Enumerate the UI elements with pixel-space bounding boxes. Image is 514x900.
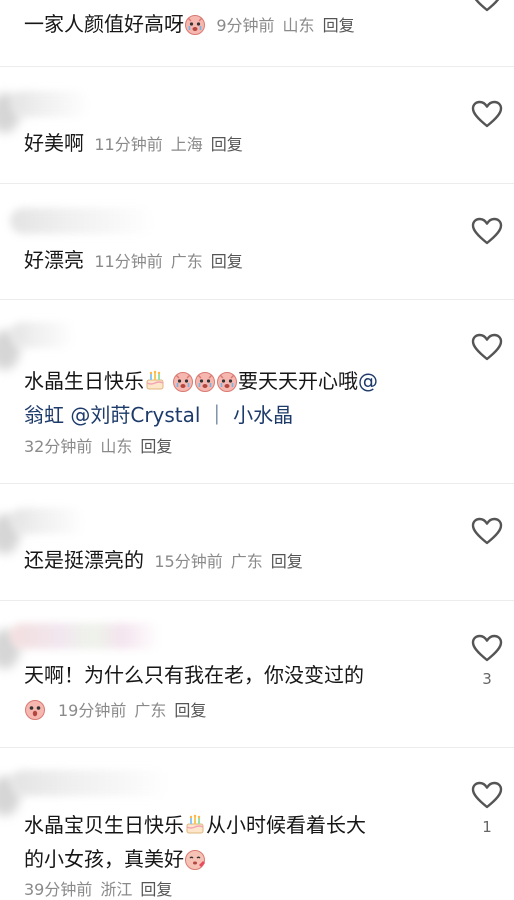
mention-link[interactable]: @ [358, 369, 378, 393]
reply-button[interactable]: 回复 [323, 16, 355, 35]
comment-text: 天啊！为什么只有我在老，你没变过的 [24, 663, 364, 687]
birthday-cake-icon [184, 812, 206, 834]
username-blurred [10, 508, 85, 534]
like-count: 3 [482, 670, 492, 688]
comment-text: 水晶宝贝生日快乐 从小时候看着长大 的小女孩，真美好 [24, 812, 366, 871]
comment-item: 还是挺漂亮的 15分钟前 广东 回复 [0, 484, 514, 601]
reply-button[interactable]: 回复 [140, 880, 172, 899]
comment-meta: 19分钟前 广东 回复 [24, 697, 206, 721]
comment-item: 水晶宝贝生日快乐 从小时候看着长大 的小女孩，真美好 39分钟前 浙江 回复 1 [0, 748, 514, 899]
blushing-face-icon [184, 846, 206, 868]
reply-button[interactable]: 回复 [140, 437, 172, 456]
like-heart-icon[interactable] [471, 100, 503, 128]
cute-cry-face-icon [184, 12, 206, 34]
cute-cry-face-icon [172, 368, 194, 390]
comment-text: 好美啊 11分钟前 上海 回复 [24, 127, 444, 161]
comment-meta: 15分钟前 广东 回复 [154, 552, 303, 571]
comment-text: 还是挺漂亮的 15分钟前 广东 回复 [24, 544, 444, 578]
comment-meta: 32分钟前 山东 回复 [24, 437, 173, 456]
username-blurred [10, 623, 160, 649]
like-heart-icon[interactable] [471, 333, 503, 361]
mention-link[interactable]: 翁虹 [24, 403, 64, 427]
cute-cry-face-icon [216, 368, 238, 390]
comment-text: 水晶生日快乐 要天天开心哦@ 翁虹 @刘莳Crystal ｜ 小水晶 [24, 368, 378, 427]
reply-button[interactable]: 回复 [271, 552, 303, 571]
comment-meta: 11分钟前 广东 回复 [94, 252, 243, 271]
like-heart-icon[interactable] [471, 517, 503, 545]
comment-meta: 39分钟前 浙江 回复 [24, 880, 173, 899]
like-count: 1 [482, 818, 492, 836]
reply-button[interactable]: 回复 [211, 135, 243, 154]
birthday-cake-icon [144, 368, 166, 390]
comment-meta: 11分钟前 上海 回复 [94, 135, 243, 154]
username-blurred [10, 208, 155, 234]
comment-item: 好漂亮 11分钟前 广东 回复 [0, 184, 514, 300]
comment-item: 水晶生日快乐 要天天开心哦@ 翁虹 @刘莳Crystal ｜ 小水晶 32分钟前山… [0, 300, 514, 484]
comment-meta: 9分钟前 山东 回复 [216, 16, 355, 35]
like-heart-icon[interactable] [471, 634, 503, 662]
like-heart-icon[interactable] [471, 781, 503, 809]
reply-button[interactable]: 回复 [211, 252, 243, 271]
comment-item: 一家人颜值好高呀 9分钟前 山东 回复 [0, 0, 514, 67]
shocked-face-icon [24, 698, 46, 720]
comment-text: 好漂亮 11分钟前 广东 回复 [24, 244, 444, 278]
comment-text: 一家人颜值好高呀 9分钟前 山东 回复 [24, 8, 444, 42]
comment-item: 天啊！为什么只有我在老，你没变过的 19分钟前 广东 回复 3 [0, 601, 514, 748]
username-blurred [10, 770, 170, 796]
username-blurred [10, 322, 75, 348]
cute-cry-face-icon [194, 368, 216, 390]
mention-link[interactable]: @刘莳Crystal ｜ 小水晶 [70, 403, 293, 427]
comment-item: 好美啊 11分钟前 上海 回复 [0, 67, 514, 184]
reply-button[interactable]: 回复 [174, 701, 206, 720]
like-heart-icon[interactable] [471, 217, 503, 245]
like-heart-icon[interactable] [471, 0, 503, 12]
username-blurred [10, 91, 90, 117]
